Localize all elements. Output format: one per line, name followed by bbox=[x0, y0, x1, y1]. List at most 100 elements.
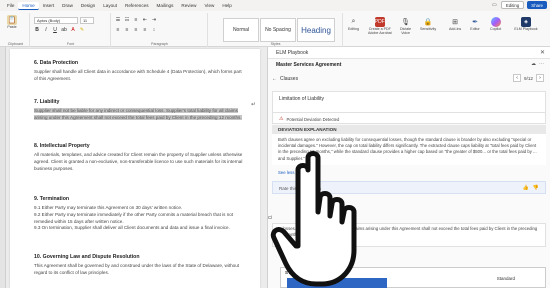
paste-button[interactable]: 📋 Paste bbox=[7, 15, 17, 29]
align-row: ≡ ≡ ≡ ≡ ↕ bbox=[115, 27, 157, 33]
align-left-icon[interactable]: ≡ bbox=[115, 27, 121, 33]
microphone-icon: 🎙 bbox=[401, 19, 411, 26]
clauses-nav: ‹ 9/12 › bbox=[513, 74, 544, 82]
pdf-icon: PDF bbox=[374, 17, 385, 27]
panel-subtitle: Master Services Agreement bbox=[276, 62, 342, 68]
tab-help[interactable]: Help bbox=[218, 2, 235, 9]
voice-group-label: Voice bbox=[401, 31, 410, 35]
deviation-flag-text: Potential Deviation Detected bbox=[286, 116, 340, 122]
tab-home[interactable]: Home bbox=[18, 1, 39, 10]
elm-playbook-button[interactable]: ◈ ELM Playbook bbox=[514, 17, 538, 31]
thumbs-up-icon[interactable]: 👍 bbox=[523, 185, 529, 191]
standard-tab[interactable]: Standard bbox=[497, 276, 515, 281]
section-10-title: 10. Governing Law and Dispute Resolution bbox=[34, 254, 140, 260]
styles-group: Normal No Spacing Heading Styles bbox=[209, 13, 343, 47]
multilevel-icon[interactable]: ≡ bbox=[133, 17, 139, 23]
style-heading[interactable]: Heading bbox=[297, 18, 335, 42]
next-clause-icon[interactable]: › bbox=[536, 74, 544, 82]
paragraph-group: ☰ ☷ ≡ ⇤ ⇥ ≡ ≡ ≡ ≡ ↕ Paragraph bbox=[112, 13, 208, 47]
style-no-spacing[interactable]: No Spacing bbox=[260, 18, 296, 42]
deviation-flag-row: ⚠ Potential Deviation Detected bbox=[273, 113, 545, 125]
addins-button[interactable]: ⊞ Add-ins bbox=[449, 17, 461, 31]
paragraph-group-label: Paragraph bbox=[151, 42, 168, 46]
justify-icon[interactable]: ≡ bbox=[142, 27, 148, 33]
clause-counter: 9/12 bbox=[524, 75, 533, 81]
paste-icon: 📋 bbox=[7, 15, 17, 25]
underline-icon[interactable]: U bbox=[52, 27, 58, 33]
tab-file[interactable]: File bbox=[3, 2, 18, 9]
list-row: ☰ ☷ ≡ ⇤ ⇥ bbox=[115, 17, 157, 23]
rating-buttons: 👍 👎 bbox=[523, 185, 539, 191]
pointing-hand-cursor-icon bbox=[270, 151, 357, 287]
editor-button[interactable]: ✒ Editor bbox=[470, 17, 480, 31]
warning-icon: ⚠ bbox=[279, 116, 284, 122]
document-page[interactable]: 6. Data Protection Supplier shall handle… bbox=[10, 49, 260, 288]
more-icon[interactable]: ⋯ bbox=[539, 61, 544, 67]
addins-label: Add-ins bbox=[449, 27, 462, 31]
tab-layout[interactable]: Layout bbox=[99, 2, 121, 9]
explanation-header: DEVIATION EXPLANATION bbox=[272, 125, 546, 134]
font-name-select[interactable]: Aptos (Body) bbox=[34, 17, 78, 24]
tab-design[interactable]: Design bbox=[77, 2, 99, 9]
create-pdf-button[interactable]: PDF Create a PDF Adobe Acrobat bbox=[368, 17, 392, 35]
clause-marker-icon[interactable]: ↵ bbox=[251, 101, 256, 108]
share-button[interactable]: Share bbox=[527, 1, 547, 9]
bold-icon[interactable]: B bbox=[34, 27, 40, 33]
increase-indent-icon[interactable]: ⇥ bbox=[151, 17, 157, 23]
paste-label: Paste bbox=[7, 25, 17, 29]
copilot-icon bbox=[490, 17, 501, 27]
share-label: Share bbox=[531, 2, 543, 8]
clipboard-group-label: Clipboard bbox=[7, 42, 24, 46]
sensitivity-button[interactable]: 🔒 Sensitivity bbox=[420, 17, 436, 31]
ribbon-tab-bar: File Home Insert Draw Design Layout Refe… bbox=[0, 0, 550, 11]
font-group: Aptos (Body) 11 B I U ab A ✎ Font bbox=[31, 13, 111, 47]
editing-button[interactable]: ⌕ Editing bbox=[348, 17, 359, 31]
editor-label: Editor bbox=[470, 27, 480, 31]
copilot-button[interactable]: Copilot bbox=[490, 17, 501, 31]
font-group-label: Font bbox=[66, 42, 75, 46]
ribbon: 📋 Paste Clipboard Aptos (Body) 11 B I U … bbox=[0, 11, 550, 47]
deviation-flag: ⚠ Potential Deviation Detected bbox=[272, 113, 546, 124]
tab-draw[interactable]: Draw bbox=[58, 2, 77, 9]
section-8-title: 8. Intellectual Property bbox=[34, 143, 90, 149]
section-9-1: 9.1 Either Party may terminate this Agre… bbox=[34, 205, 183, 210]
font-color-icon[interactable]: A bbox=[70, 27, 76, 33]
editing-mode-button[interactable]: Editing bbox=[500, 1, 525, 9]
panel-subtitle-actions: ☁ ⋯ bbox=[531, 61, 544, 67]
panel-header: ELM Playbook ✕ bbox=[268, 47, 550, 59]
clauses-row: ← Clauses ‹ 9/12 › bbox=[272, 73, 547, 84]
numbering-icon[interactable]: ☷ bbox=[124, 17, 130, 23]
close-icon[interactable]: ✕ bbox=[540, 49, 545, 56]
italic-icon[interactable]: I bbox=[43, 27, 49, 33]
tab-references[interactable]: References bbox=[121, 2, 153, 9]
dictate-button[interactable]: 🎙 Dictate Voice bbox=[400, 17, 411, 35]
tab-insert[interactable]: Insert bbox=[39, 2, 59, 9]
decrease-indent-icon[interactable]: ⇤ bbox=[142, 17, 148, 23]
clause-card[interactable]: Limitation of Liability bbox=[272, 91, 546, 113]
tab-view[interactable]: View bbox=[200, 2, 218, 9]
style-normal[interactable]: Normal bbox=[223, 18, 259, 42]
panel-title: ELM Playbook bbox=[276, 49, 309, 56]
search-icon: ⌕ bbox=[351, 18, 356, 25]
document-area: 6. Data Protection Supplier shall handle… bbox=[0, 47, 267, 288]
bullets-icon[interactable]: ☰ bbox=[115, 17, 121, 23]
highlighted-clause[interactable]: Supplier shall not be liable for any ind… bbox=[34, 108, 242, 120]
strikethrough-icon[interactable]: ab bbox=[61, 27, 67, 33]
tabbar-actions: ▭ Editing Share bbox=[491, 1, 547, 9]
section-7-body: Supplier shall not be liable for any ind… bbox=[34, 108, 246, 122]
font-size-select[interactable]: 11 bbox=[80, 17, 94, 24]
line-spacing-icon[interactable]: ↕ bbox=[151, 27, 157, 33]
prev-clause-icon[interactable]: ‹ bbox=[513, 74, 522, 82]
editor-icon: ✒ bbox=[472, 19, 478, 26]
comment-icon[interactable]: ▭ bbox=[491, 2, 498, 9]
highlight-icon[interactable]: ✎ bbox=[79, 27, 85, 33]
section-9: 9. Termination 9.1 Either Party may term… bbox=[34, 196, 246, 232]
tab-review[interactable]: Review bbox=[177, 2, 200, 9]
cloud-icon[interactable]: ☁ bbox=[531, 61, 536, 67]
section-10-body: This Agreement shall be governed by and … bbox=[34, 263, 240, 275]
thumbs-down-icon[interactable]: 👎 bbox=[533, 185, 539, 191]
tab-mailings[interactable]: Mailings bbox=[153, 2, 178, 9]
align-center-icon[interactable]: ≡ bbox=[124, 27, 130, 33]
align-right-icon[interactable]: ≡ bbox=[133, 27, 139, 33]
back-arrow-icon[interactable]: ← bbox=[272, 76, 277, 82]
